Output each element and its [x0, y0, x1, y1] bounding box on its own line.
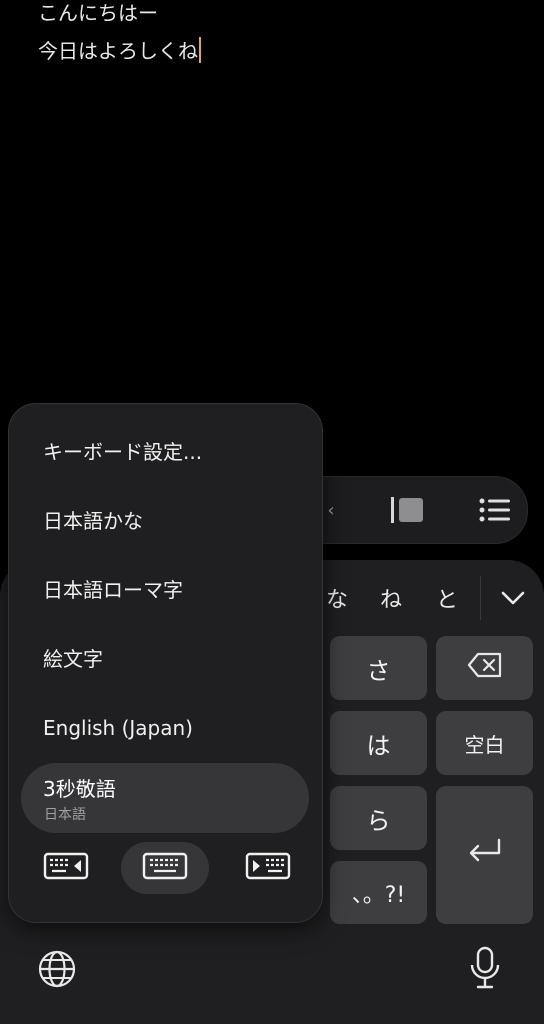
globe-icon[interactable] [36, 948, 78, 990]
editor-line-2: 今日はよろしくね [38, 32, 201, 70]
menu-japanese-romaji[interactable]: 日本語ローマ字 [43, 570, 183, 610]
backspace-icon [467, 652, 503, 684]
menu-selected-item[interactable]: 3秒敬語 日本語 [21, 763, 309, 833]
menu-emoji[interactable]: 絵文字 [43, 639, 103, 679]
keyboard-left-button[interactable] [39, 842, 93, 894]
keyboard-language-menu: キーボード設定... 日本語かな 日本語ローマ字 絵文字 English (Ja… [8, 403, 323, 923]
key-ra[interactable]: ら [330, 786, 427, 850]
candidate-2[interactable]: ね [380, 582, 402, 614]
backspace-key[interactable] [436, 636, 533, 700]
microphone-icon[interactable] [468, 946, 502, 990]
candidate-3[interactable]: と [436, 582, 458, 614]
dim-chevron-icon: ‹ [327, 499, 335, 521]
return-icon [466, 837, 504, 873]
keyboard-right-icon [245, 851, 291, 885]
selected-item-title: 3秒敬語 [43, 777, 116, 801]
selected-item-subtitle: 日本語 [44, 807, 86, 823]
candidate-divider [480, 576, 481, 620]
punctuation-key[interactable]: 、。?! [330, 861, 427, 924]
editor-line-2-text: 今日はよろしくね [38, 39, 198, 63]
space-key[interactable]: 空白 [436, 711, 533, 775]
keyboard-center-icon [142, 851, 188, 885]
text-style-icon[interactable] [389, 477, 425, 543]
keyboard-left-icon [43, 851, 89, 885]
list-icon[interactable] [477, 477, 513, 543]
text-caret [199, 37, 201, 63]
key-ha[interactable]: は [330, 711, 427, 775]
candidate-1[interactable]: な [326, 582, 348, 614]
menu-japanese-kana[interactable]: 日本語かな [43, 501, 143, 541]
menu-english-japan[interactable]: English (Japan) [43, 708, 193, 748]
editor-line-1: こんにちはー [38, 1, 158, 25]
menu-keyboard-settings[interactable]: キーボード設定... [43, 432, 202, 472]
key-sa[interactable]: さ [330, 636, 427, 700]
chevron-down-icon[interactable] [496, 584, 530, 612]
text-editor[interactable]: こんにちはー 今日はよろしくね [38, 0, 201, 70]
enter-key[interactable] [436, 786, 533, 924]
keyboard-center-button[interactable] [121, 842, 209, 894]
keyboard-right-button[interactable] [241, 842, 295, 894]
